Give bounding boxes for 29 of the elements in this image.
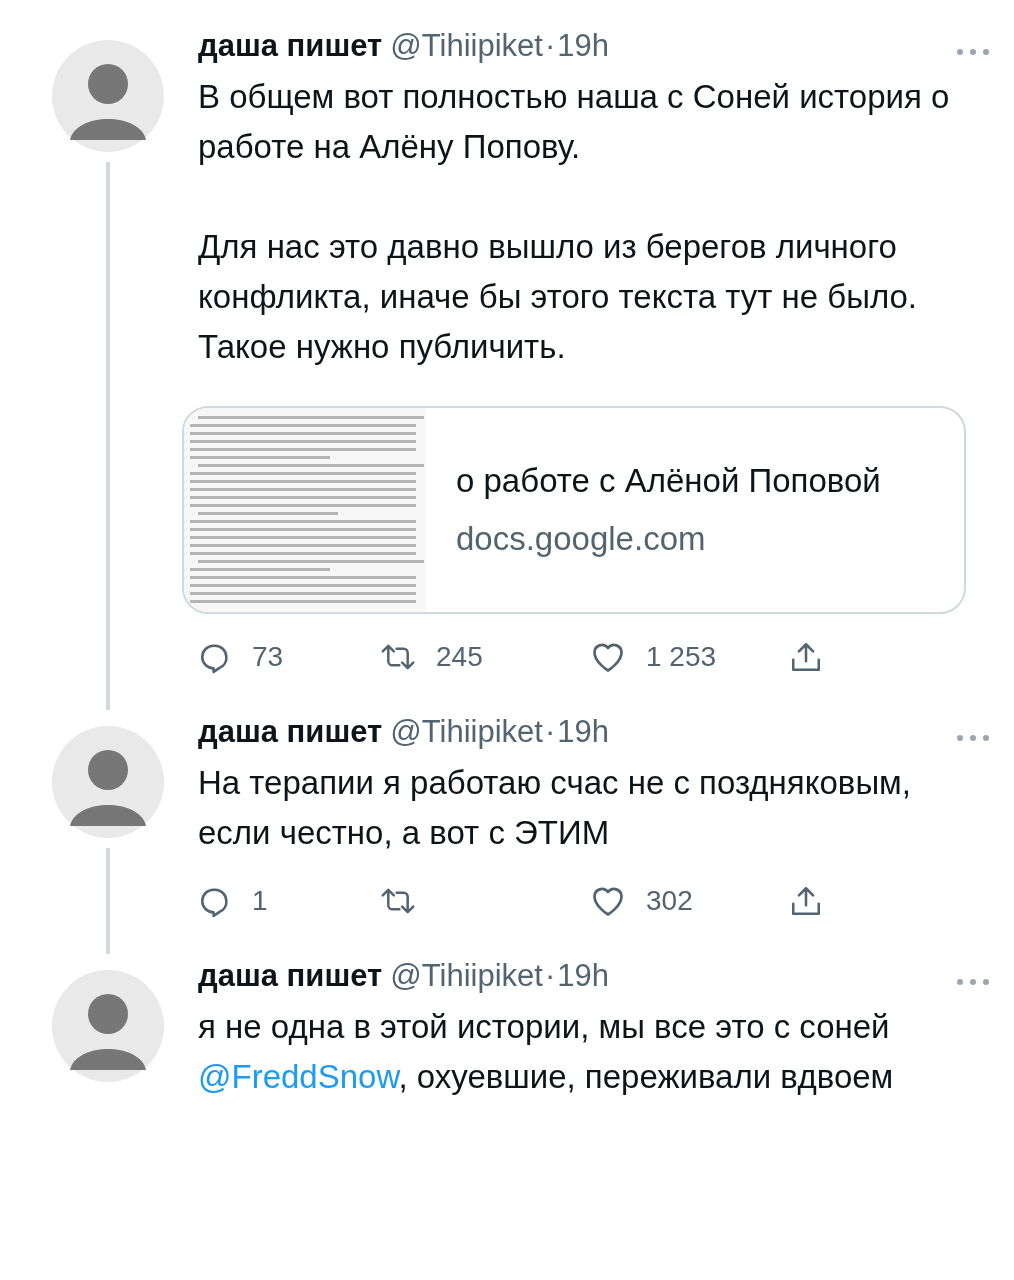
- tweet-text: Для нас это давно вышло из берегов личного конфликта, иначе бы этого текста тут не было. Такое нужно публичить.: [198, 227, 919, 367]
- timestamp[interactable]: 19h: [557, 28, 609, 64]
- reply-count: 73: [252, 641, 284, 673]
- separator: ·: [544, 958, 556, 994]
- author-name[interactable]: даша пишет: [198, 28, 383, 64]
- author-handle[interactable]: @Tihiipiket: [390, 958, 543, 994]
- tweet-text: В общем вот полностью наша с Соней история о работе на Алёну Попову.: [198, 77, 951, 167]
- author-name[interactable]: даша пишет: [198, 714, 383, 750]
- avatar[interactable]: [52, 40, 164, 152]
- separator: ·: [544, 28, 556, 64]
- timestamp[interactable]: 19h: [557, 958, 609, 994]
- link-card[interactable]: о работе с Алёной Поповой docs.google.com: [182, 406, 966, 614]
- retweet-count: 245: [436, 641, 483, 673]
- like-count: 302: [646, 885, 693, 917]
- author-handle[interactable]: @Tihiipiket: [390, 28, 543, 64]
- tweet-text: На терапии я работаю счас не с поздняковым, если честно, а вот с ЭТИМ: [198, 763, 912, 853]
- tweet-text: я не одна в этой истории, мы все это с соней @FreddSnow, охуевшие, переживали вдвоем: [198, 1007, 895, 1097]
- share-icon[interactable]: [790, 640, 822, 674]
- avatar[interactable]: [52, 726, 164, 838]
- card-title: о работе с Алёной Поповой: [456, 461, 881, 501]
- like-count: 1 253: [646, 641, 717, 673]
- author-name[interactable]: даша пишет: [198, 958, 383, 994]
- card-domain: docs.google.com: [456, 519, 707, 559]
- share-icon[interactable]: [790, 884, 822, 918]
- author-handle[interactable]: @Tihiipiket: [390, 714, 543, 750]
- separator: ·: [544, 714, 556, 750]
- timestamp[interactable]: 19h: [557, 714, 609, 750]
- reply-count: 1: [252, 885, 268, 917]
- avatar[interactable]: [52, 970, 164, 1082]
